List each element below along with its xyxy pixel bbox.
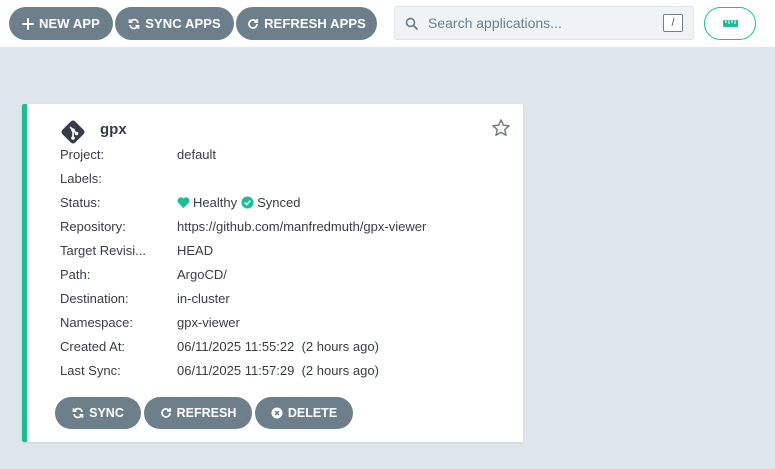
sync-icon: [128, 18, 140, 29]
refresh-button[interactable]: REFRESH: [144, 397, 252, 429]
health-status: Healthy: [193, 194, 238, 210]
sync-apps-button[interactable]: SYNC APPS: [115, 7, 234, 40]
sync-button[interactable]: SYNC: [55, 397, 141, 429]
field-destination: Destination: in-cluster: [60, 288, 510, 308]
refresh-button-label: REFRESH: [176, 406, 237, 420]
check-circle-icon: [241, 196, 254, 208]
field-value: HEAD: [177, 242, 214, 258]
star-icon[interactable]: [491, 118, 511, 138]
repository-link[interactable]: https://github.com/manfredmuth/gpx-viewe…: [177, 219, 426, 234]
search-input[interactable]: [426, 14, 650, 32]
view-toggle-button[interactable]: [704, 7, 756, 40]
delete-button-label: DELETE: [287, 406, 338, 420]
search-box: /: [394, 6, 694, 40]
field-status: Status: Healthy Synced: [60, 192, 510, 212]
field-created-at: Created At: 06/11/2025 11:55:22 (2 hours…: [60, 336, 510, 356]
refresh-apps-label: REFRESH APPS: [264, 16, 366, 31]
refresh-icon: [160, 408, 171, 418]
field-value: ArgoCD/: [177, 266, 227, 282]
field-value: default: [177, 146, 217, 162]
field-label: Destination:: [60, 290, 129, 306]
status-values: Healthy Synced: [177, 195, 300, 210]
heart-icon: [177, 196, 190, 208]
field-label: Last Sync:: [60, 362, 121, 378]
field-last-sync: Last Sync: 06/11/2025 11:57:29 (2 hours …: [60, 360, 510, 380]
application-card[interactable]: gpx Project: default Labels: Status: Hea…: [22, 104, 523, 442]
ruler-icon: [722, 20, 738, 27]
field-label: Created At:: [60, 338, 126, 354]
delete-button[interactable]: DELETE: [255, 397, 353, 429]
field-value: gpx-viewer: [177, 314, 240, 330]
field-target-revision: Target Revisi... HEAD: [60, 240, 510, 260]
sync-status: Synced: [257, 194, 301, 210]
sync-apps-label: SYNC APPS: [145, 16, 221, 31]
refresh-apps-button[interactable]: REFRESH APPS: [236, 7, 377, 40]
plus-icon: [22, 17, 35, 30]
app-name[interactable]: gpx: [100, 121, 127, 138]
refresh-icon: [248, 18, 259, 29]
search-icon: [405, 17, 418, 30]
field-path: Path: ArgoCD/: [60, 264, 510, 284]
field-project: Project: default: [60, 144, 510, 164]
new-app-label: NEW APP: [39, 16, 100, 31]
delete-icon: [271, 407, 283, 419]
field-labels: Labels:: [60, 168, 510, 188]
field-label: Repository:: [60, 218, 126, 234]
field-label: Target Revisi...: [60, 242, 146, 258]
field-label: Path:: [60, 266, 91, 282]
field-label: Labels:: [60, 170, 102, 186]
new-app-button[interactable]: NEW APP: [9, 7, 113, 40]
sync-button-label: SYNC: [89, 406, 124, 420]
field-value: in-cluster: [177, 290, 230, 306]
field-label: Namespace:: [60, 314, 133, 330]
field-value: 06/11/2025 11:55:22 (2 hours ago): [177, 338, 379, 354]
field-label: Project:: [60, 146, 105, 162]
git-icon: [61, 120, 85, 144]
search-shortcut-hint: /: [663, 14, 683, 32]
field-namespace: Namespace: gpx-viewer: [60, 312, 510, 332]
field-label: Status:: [60, 194, 101, 210]
field-repository: Repository: https://github.com/manfredmu…: [60, 216, 510, 236]
top-toolbar: NEW APP SYNC APPS REFRESH APPS /: [0, 0, 775, 47]
sync-icon: [72, 407, 84, 419]
field-value: 06/11/2025 11:57:29 (2 hours ago): [177, 362, 379, 378]
